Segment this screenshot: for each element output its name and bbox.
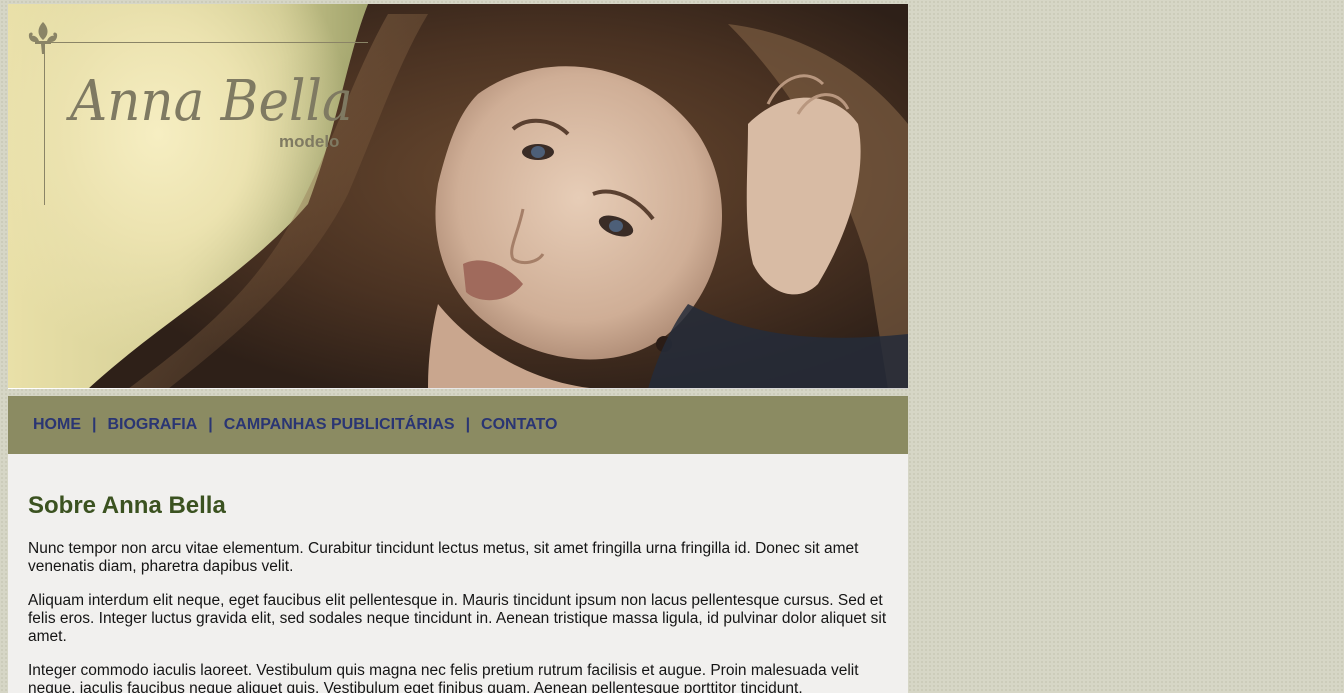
paragraph: Aliquam interdum elit neque, eget faucib… <box>28 592 887 645</box>
site-container: Anna Bella modelo HOME | BIOGRAFIA | CAM… <box>8 4 908 693</box>
fleur-de-lis-icon <box>28 22 58 54</box>
logo-subtitle: modelo <box>279 132 340 151</box>
nav-separator: | <box>208 416 213 433</box>
logo-vertical-rule <box>44 42 45 205</box>
main-navigation: HOME | BIOGRAFIA | CAMPANHAS PUBLICITÁRI… <box>8 396 908 454</box>
main-content: Sobre Anna Bella Nunc tempor non arcu vi… <box>8 454 908 693</box>
banner-divider <box>8 388 908 389</box>
paragraph: Nunc tempor non arcu vitae elementum. Cu… <box>28 540 859 575</box>
page-title: Sobre Anna Bella <box>28 492 226 519</box>
logo-horizontal-rule <box>44 42 368 43</box>
header-banner: Anna Bella modelo <box>8 4 908 389</box>
nav-item-home[interactable]: HOME <box>33 416 81 434</box>
nav-separator: | <box>465 416 471 433</box>
nav-separator: | <box>92 416 97 433</box>
nav-item-contato[interactable]: CONTATO <box>481 416 557 434</box>
site-logo[interactable]: Anna Bella modelo <box>26 20 386 210</box>
paragraph: Integer commodo iaculis laoreet. Vestibu… <box>28 662 859 693</box>
nav-item-biografia[interactable]: BIOGRAFIA <box>107 416 197 434</box>
logo-name: Anna Bella <box>70 69 353 134</box>
nav-item-campanhas[interactable]: CAMPANHAS PUBLICITÁRIAS <box>224 416 455 434</box>
